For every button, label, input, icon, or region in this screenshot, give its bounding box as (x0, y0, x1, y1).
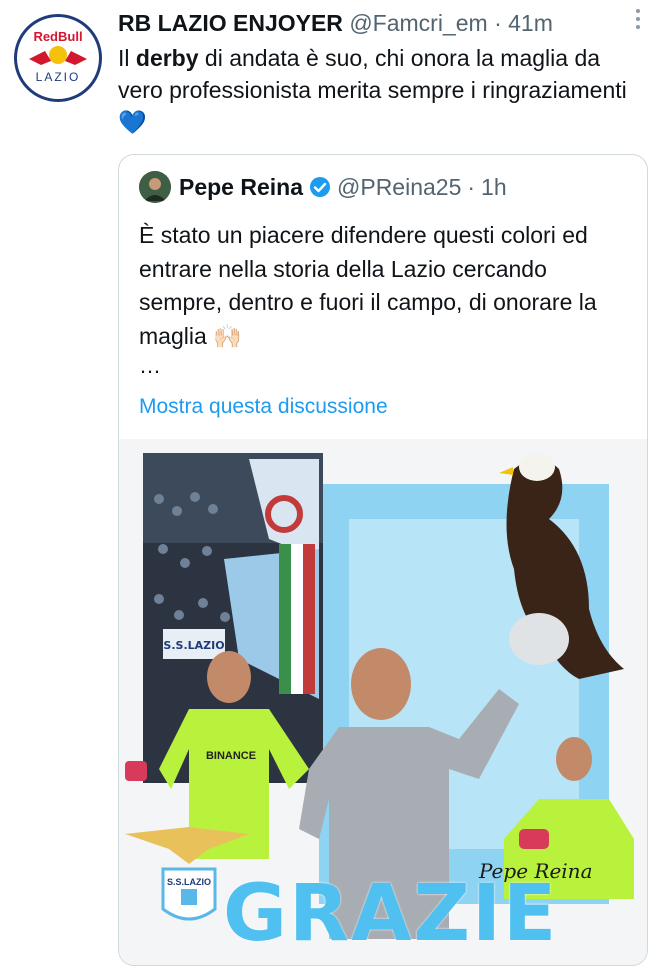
grazie-text: GRAZIE (223, 869, 559, 959)
quoted-tweet-image[interactable]: S.S.LAZIO BINANCE S.S.LAZIO Pepe Reina G… (119, 439, 647, 965)
quoted-author-handle[interactable]: @PReina25 (337, 174, 461, 201)
author-avatar[interactable]: RedBull LAZIO (14, 14, 102, 102)
quoted-author-avatar[interactable] (139, 171, 171, 203)
show-thread-link[interactable]: Mostra questa discussione (139, 395, 388, 419)
redbull-lazio-logo: RedBull LAZIO (18, 18, 98, 98)
quoted-tweet-time[interactable]: 1h (481, 174, 507, 201)
more-dots-icon[interactable] (627, 8, 649, 36)
separator-dot: · (467, 173, 476, 200)
verified-badge-icon (309, 176, 331, 198)
svg-text:S.S.LAZIO: S.S.LAZIO (167, 877, 211, 887)
quoted-author-name[interactable]: Pepe Reina (179, 174, 303, 201)
truncation-ellipsis: … (139, 353, 161, 378)
svg-text:LAZIO: LAZIO (36, 70, 81, 84)
derby-word: derby (135, 45, 199, 71)
svg-text:RedBull: RedBull (33, 29, 82, 44)
quoted-tweet[interactable]: Pepe Reina @PReina25 · 1h È stato un pia… (118, 154, 648, 966)
author-handle[interactable]: @Famcri_em (349, 10, 487, 36)
quoted-tweet-text: È stato un piacere difendere questi colo… (139, 222, 597, 349)
quoted-tweet-header: Pepe Reina @PReina25 · 1h (139, 171, 507, 203)
separator-dot: · (494, 10, 502, 36)
blue-heart-emoji: 💙 (118, 109, 147, 135)
author-name[interactable]: RB LAZIO ENJOYER (118, 10, 343, 36)
tweet-text: Il derby di andata è suo, chi onora la m… (118, 45, 627, 135)
svg-text:BINANCE: BINANCE (206, 750, 256, 762)
svg-text:S.S.LAZIO: S.S.LAZIO (163, 639, 224, 652)
tweet-header: RB LAZIO ENJOYER @Famcri_em · 41m (118, 8, 649, 40)
tweet-time[interactable]: 41m (508, 10, 553, 36)
